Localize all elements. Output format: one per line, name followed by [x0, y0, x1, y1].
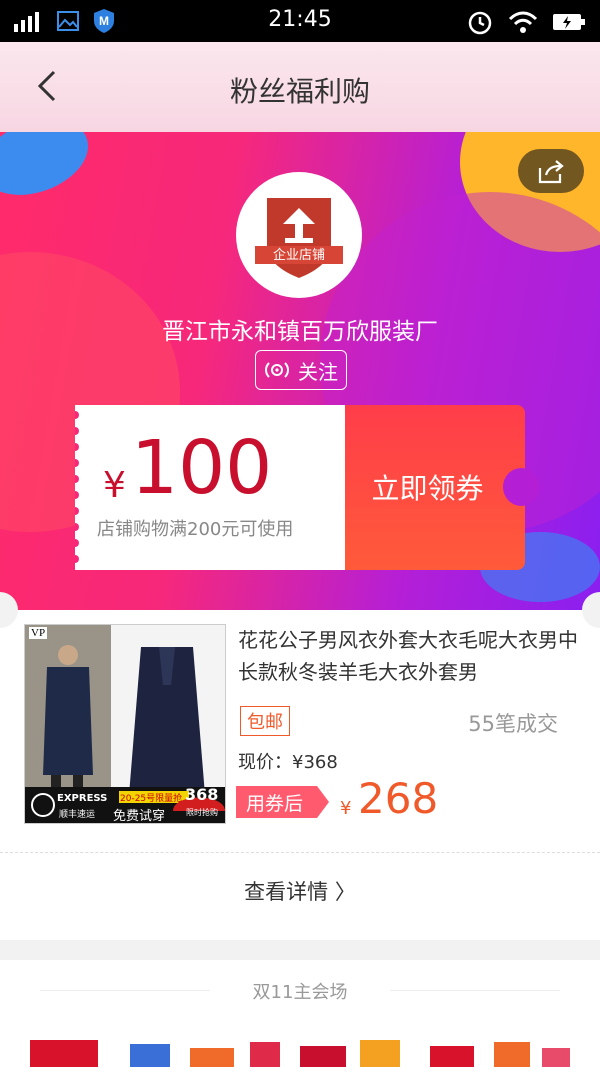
coupon-condition: 店铺购物满200元可使用 [97, 519, 294, 540]
status-right [466, 8, 586, 36]
hero-blob-blue [0, 132, 99, 209]
final-price-currency: ¥ [340, 798, 352, 819]
promo-section: 双11主会场 [0, 960, 600, 1067]
shop-logo-text: 企业店铺 [272, 248, 325, 263]
after-coupon-label: 用券后 [246, 792, 304, 815]
product-try-text: 免费试穿 [113, 809, 166, 824]
card-divider [0, 852, 600, 853]
coupon-info: ¥ 100 店铺购物满200元可使用 [75, 405, 345, 570]
product-image[interactable]: VP EXPRESS 顺丰速运 20-25号限量抢 免费试穿 368 限时抢购 [24, 624, 226, 824]
enterprise-shop-badge-icon [255, 198, 343, 278]
product-express-cn-text: 顺丰速运 [59, 810, 96, 820]
page-title: 粉丝福利购 [229, 75, 370, 108]
double11-banner[interactable] [30, 1034, 570, 1067]
coupon-serrated-edge [75, 411, 79, 563]
sales-count: 55笔成交 [468, 712, 558, 736]
coupon-notch [503, 468, 539, 506]
product-title[interactable]: 花花公子男风衣外套大衣毛呢大衣男中长款秋冬装羊毛大衣外套男 [238, 624, 578, 688]
follow-label: 关注 [298, 359, 338, 384]
final-price: 268 [358, 774, 439, 823]
shop-name: 晋江市永和镇百万欣服装厂 [162, 319, 438, 345]
coupon-card: ¥ 100 店铺购物满200元可使用 立即领券 [75, 405, 539, 570]
wifi-icon [508, 11, 538, 33]
status-bar: M 21:45 [0, 0, 600, 42]
claim-coupon-label: 立即领券 [371, 472, 484, 505]
claim-coupon-button[interactable]: 立即领券 [345, 405, 539, 570]
coupon-currency: ¥ [103, 465, 126, 506]
shop-hero: 企业店铺 晋江市永和镇百万欣服装厂 关注 ¥ 100 店铺购物满200元可使用 … [0, 132, 600, 610]
current-price: 现价：¥368 [238, 752, 338, 773]
product-promo-text: 20-25号限量抢 [120, 794, 183, 804]
product-badge-sub: 限时抢购 [186, 808, 218, 817]
share-button[interactable] [518, 149, 584, 193]
product-brand-text: VP [29, 627, 48, 639]
follow-button[interactable]: 关注 [255, 350, 347, 390]
coupon-amount: 100 [131, 425, 273, 511]
battery-icon [553, 14, 585, 30]
alarm-icon [468, 11, 492, 35]
free-shipping-badge: 包邮 [240, 706, 290, 736]
shop-logo: 企业店铺 [236, 172, 362, 298]
product-badge-price: 368 [185, 785, 219, 804]
product-express-text: EXPRESS [57, 793, 108, 804]
after-coupon-tag: 用券后 [236, 786, 330, 818]
broadcast-icon [265, 362, 289, 378]
nav-bar: 粉丝福利购 [0, 42, 600, 132]
section-header: 双11主会场 [252, 982, 348, 1003]
share-icon [538, 160, 564, 184]
view-details-link[interactable]: 查看详情 〉 [0, 876, 600, 906]
product-card: VP EXPRESS 顺丰速运 20-25号限量抢 免费试穿 368 限时抢购 … [0, 592, 600, 940]
